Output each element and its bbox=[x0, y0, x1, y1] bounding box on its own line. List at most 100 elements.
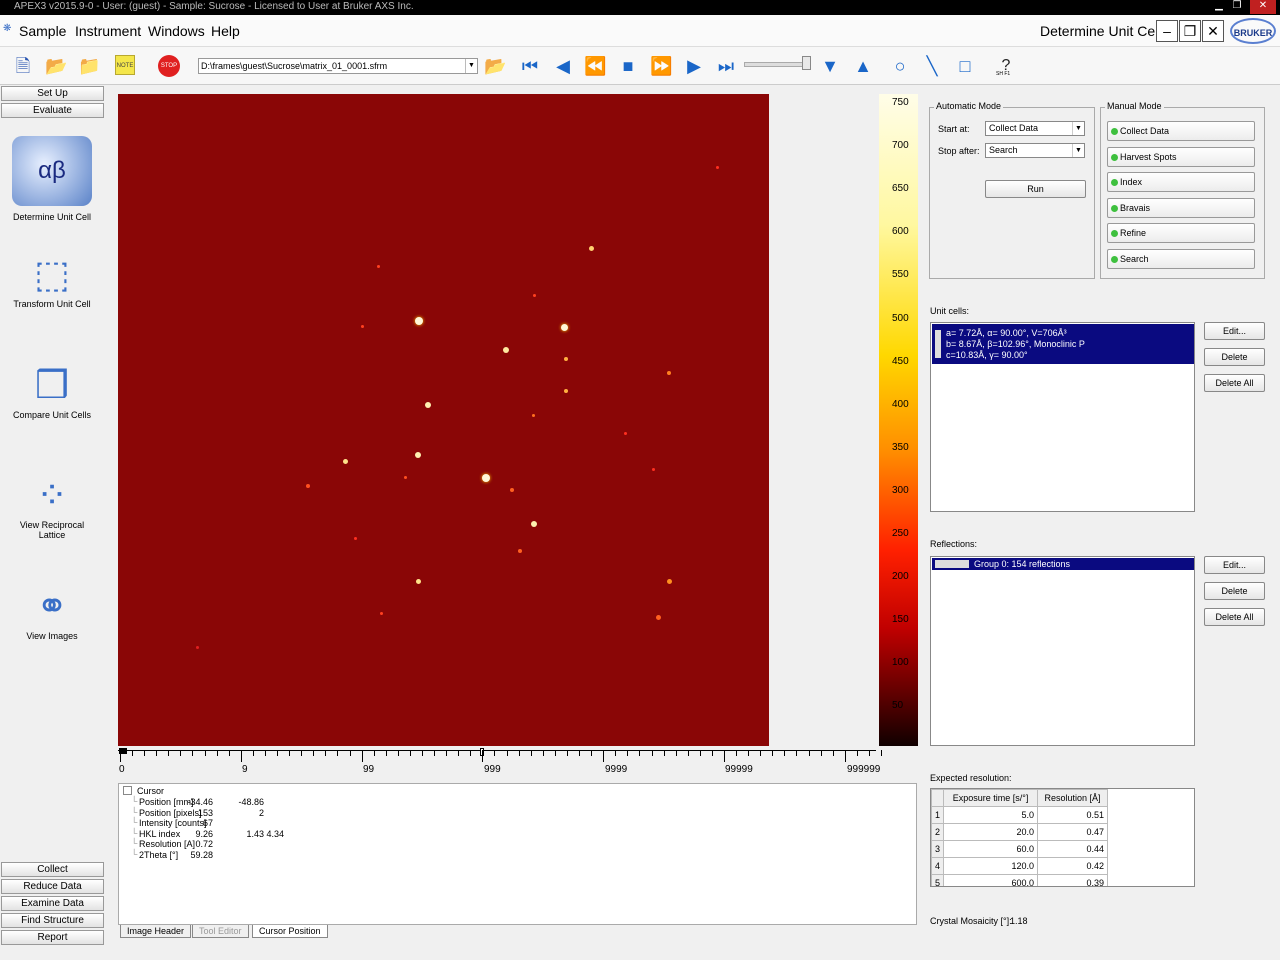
cursor-checkbox[interactable] bbox=[123, 786, 132, 795]
tree-branch-icon: └ bbox=[131, 827, 138, 838]
stop-icon[interactable]: STOP bbox=[158, 55, 180, 77]
diffraction-spot bbox=[716, 166, 719, 169]
reflections-delete-button[interactable]: Delete bbox=[1204, 582, 1265, 600]
stop-after-select[interactable]: Search ▼ bbox=[985, 143, 1085, 158]
refine-button[interactable]: Refine bbox=[1107, 223, 1255, 243]
chevron-down-icon[interactable]: ▼ bbox=[1072, 122, 1084, 135]
axis-label: 99 bbox=[363, 764, 375, 775]
reflections-delete-all-button[interactable]: Delete All bbox=[1204, 608, 1265, 626]
close-mode-button[interactable]: ✕ bbox=[1202, 20, 1224, 42]
resolution-header[interactable]: Resolution [Å] bbox=[1037, 789, 1109, 807]
chevron-down-icon[interactable]: ▼ bbox=[1072, 144, 1084, 157]
unit-cells-list[interactable]: a= 7.72Å, α= 90.00°, V=706Å³ b= 8.67Å, β… bbox=[930, 322, 1195, 512]
last-frame-icon[interactable]: ⏭ bbox=[715, 55, 737, 77]
first-frame-icon[interactable]: ⏮ bbox=[519, 55, 541, 77]
chevron-down-icon[interactable]: ▼ bbox=[465, 59, 477, 73]
diffraction-spot bbox=[380, 612, 383, 615]
view-images-tool[interactable]: ⚭ View Images bbox=[2, 585, 102, 641]
search-button[interactable]: Search bbox=[1107, 249, 1255, 269]
table-row[interactable]: 2 20.0 0.47 bbox=[931, 823, 1109, 841]
transform-unit-cell-tool[interactable]: ⬚ Transform Unit Cell bbox=[2, 253, 102, 309]
minimize-window-button[interactable]: ▁ bbox=[1210, 0, 1228, 14]
reflection-group-row[interactable]: Group 0: 154 reflections bbox=[932, 558, 1194, 570]
restore-window-button[interactable]: ❐ bbox=[1228, 0, 1246, 14]
rewind-icon[interactable]: ⏪ bbox=[584, 55, 606, 77]
close-window-button[interactable]: ✕ bbox=[1250, 0, 1276, 14]
colorbar-label: 400 bbox=[892, 398, 909, 410]
rectangle-tool-icon[interactable]: □ bbox=[954, 55, 976, 77]
reflections-list[interactable]: Group 0: 154 reflections bbox=[930, 556, 1195, 746]
bravais-button[interactable]: Bravais bbox=[1107, 198, 1255, 218]
fast-forward-icon[interactable]: ⏩ bbox=[650, 55, 672, 77]
reflections-edit-button[interactable]: Edit... bbox=[1204, 556, 1265, 574]
compare-unit-cells-tool[interactable]: ❒ Compare Unit Cells bbox=[2, 364, 102, 420]
report-button[interactable]: Report bbox=[1, 930, 104, 945]
reduce-data-button[interactable]: Reduce Data bbox=[1, 879, 104, 894]
view-reciprocal-lattice-tool[interactable]: ⁘ View Reciprocal Lattice bbox=[2, 474, 102, 540]
axis-label: 0 bbox=[119, 764, 125, 775]
index-button[interactable]: Index bbox=[1107, 172, 1255, 192]
menu-help[interactable]: Help bbox=[211, 23, 240, 39]
cursor-row-value: -34.46 bbox=[187, 797, 213, 807]
line-tool-icon[interactable]: ╲ bbox=[921, 55, 943, 77]
arrow-down-icon[interactable]: ▼ bbox=[819, 55, 841, 77]
diffraction-spot bbox=[482, 474, 490, 482]
tab-cursor-position[interactable]: Cursor Position bbox=[252, 925, 328, 938]
axis-tick bbox=[639, 750, 641, 756]
unit-cell-row[interactable]: a= 7.72Å, α= 90.00°, V=706Å³ b= 8.67Å, β… bbox=[932, 324, 1194, 364]
minimize-mode-button[interactable]: – bbox=[1156, 20, 1178, 42]
setup-button[interactable]: Set Up bbox=[1, 86, 104, 101]
circle-tool-icon[interactable]: ○ bbox=[889, 55, 911, 77]
note-icon[interactable]: NOTE bbox=[115, 55, 135, 75]
cursor-row-value: 59.28 bbox=[190, 849, 213, 860]
diffraction-spot bbox=[532, 414, 535, 417]
table-row[interactable]: 1 5.0 0.51 bbox=[931, 806, 1109, 824]
table-row[interactable]: 4 120.0 0.42 bbox=[931, 857, 1109, 875]
stop-playback-icon[interactable]: ■ bbox=[617, 55, 639, 77]
open-recent-icon[interactable]: 📁 bbox=[78, 55, 100, 77]
menu-sample[interactable]: Sample bbox=[19, 23, 66, 39]
menu-windows[interactable]: Windows bbox=[148, 23, 205, 39]
exposure-cell: 5.0 bbox=[943, 806, 1039, 824]
collect-button[interactable]: Collect bbox=[1, 862, 104, 877]
frame-path-combobox[interactable]: D:\frames\guest\Sucrose\matrix_01_0001.s… bbox=[198, 58, 478, 74]
table-row[interactable]: 5 600.0 0.39 bbox=[931, 874, 1109, 886]
next-frame-icon[interactable]: ▶ bbox=[683, 55, 705, 77]
unit-cell-delete-all-button[interactable]: Delete All bbox=[1204, 374, 1265, 392]
tab-tool-editor[interactable]: Tool Editor bbox=[192, 925, 249, 938]
run-button[interactable]: Run bbox=[985, 180, 1086, 198]
menu-instrument[interactable]: Instrument bbox=[75, 23, 141, 39]
diffraction-spot bbox=[415, 317, 423, 325]
find-structure-button[interactable]: Find Structure bbox=[1, 913, 104, 928]
status-dot-icon bbox=[1111, 179, 1118, 186]
browse-folder-icon[interactable]: 📂 bbox=[484, 55, 506, 77]
resolution-cell: 0.51 bbox=[1037, 806, 1109, 824]
open-folder-icon[interactable]: 📂 bbox=[45, 55, 67, 77]
unit-cell-edit-button[interactable]: Edit... bbox=[1204, 322, 1265, 340]
start-at-select[interactable]: Collect Data ▼ bbox=[985, 121, 1085, 136]
new-file-icon[interactable]: 🗎 bbox=[12, 55, 34, 77]
frame-slider-thumb[interactable] bbox=[802, 56, 811, 70]
collect-data-button[interactable]: Collect Data bbox=[1107, 121, 1255, 141]
axis-tick bbox=[156, 750, 158, 756]
diffraction-spot bbox=[343, 459, 348, 464]
determine-unit-cell-tool[interactable]: αβ Determine Unit Cell bbox=[2, 136, 102, 222]
axis-tick bbox=[252, 750, 254, 756]
previous-frame-icon[interactable]: ◀ bbox=[552, 55, 574, 77]
expected-resolution-table[interactable]: Exposure time [s/°] Resolution [Å] 1 5.0 0… bbox=[930, 788, 1195, 887]
diffraction-frame-image[interactable] bbox=[118, 94, 769, 746]
harvest-spots-button[interactable]: Harvest Spots bbox=[1107, 147, 1255, 167]
tab-image-header[interactable]: Image Header bbox=[120, 925, 192, 938]
diffraction-spot bbox=[425, 402, 431, 408]
frame-slider[interactable] bbox=[744, 62, 810, 67]
restore-mode-button[interactable]: ❐ bbox=[1179, 20, 1201, 42]
unit-cell-delete-button[interactable]: Delete bbox=[1204, 348, 1265, 366]
exposure-header[interactable]: Exposure time [s/°] bbox=[943, 789, 1039, 807]
table-row[interactable]: 3 60.0 0.44 bbox=[931, 840, 1109, 858]
colorbar-label: 600 bbox=[892, 226, 909, 238]
axis-tick bbox=[724, 750, 725, 762]
examine-data-button[interactable]: Examine Data bbox=[1, 896, 104, 911]
evaluate-button[interactable]: Evaluate bbox=[1, 103, 104, 118]
arrow-up-icon[interactable]: ▲ bbox=[852, 55, 874, 77]
intensity-scale-axis: 0 9 99 999 9999 99999 999999 bbox=[118, 748, 883, 778]
